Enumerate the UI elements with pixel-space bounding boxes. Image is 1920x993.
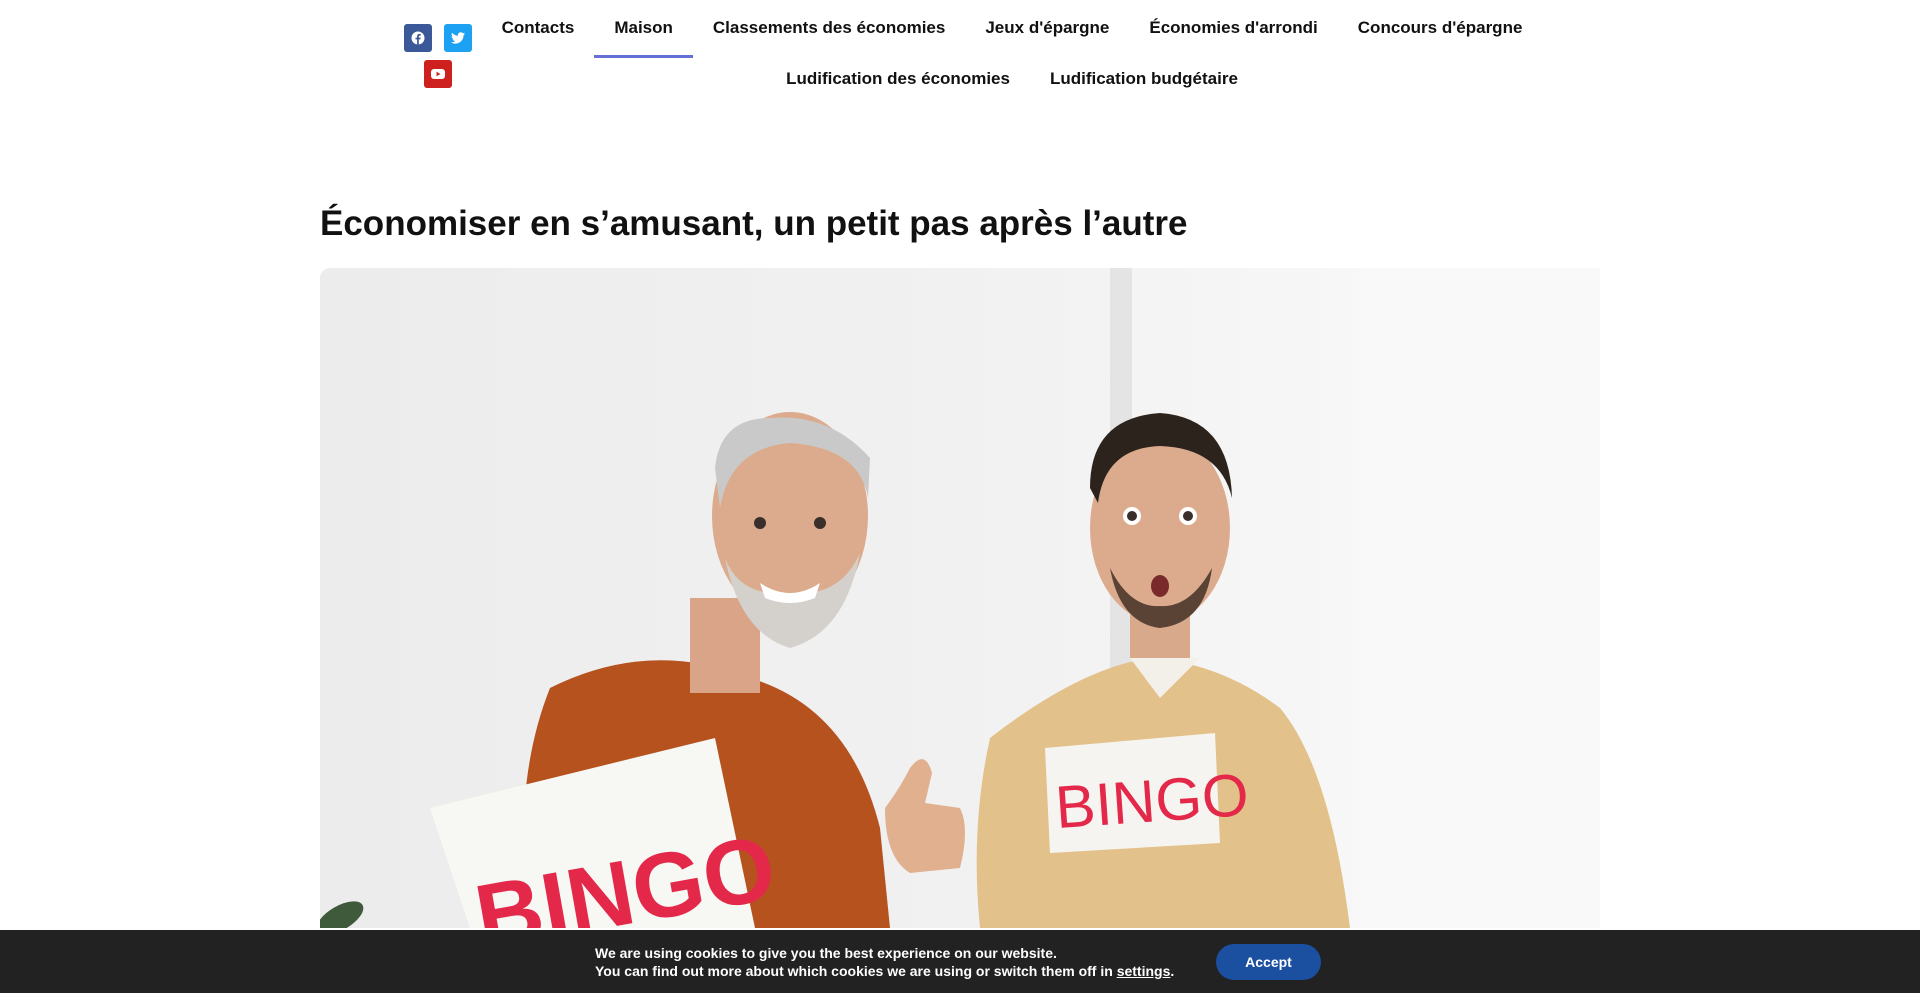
cookie-banner: We are using cookies to give you the bes… (0, 930, 1920, 993)
nav-item-maison[interactable]: Maison (594, 0, 693, 58)
cookie-settings-link[interactable]: settings (1117, 963, 1171, 979)
cookie-line-2: You can find out more about which cookie… (595, 962, 1174, 980)
cookie-line-2-prefix: You can find out more about which cookie… (595, 963, 1117, 979)
facebook-button[interactable] (404, 24, 432, 52)
youtube-icon (431, 69, 445, 79)
cookie-line-1: We are using cookies to give you the bes… (595, 945, 1057, 961)
cookie-line-2-suffix: . (1170, 963, 1175, 979)
cookie-accept-button[interactable]: Accept (1216, 944, 1321, 980)
article-title: Économiser en s’amusant, un petit pas ap… (320, 204, 1188, 243)
twitter-button[interactable] (444, 24, 472, 52)
cookie-message: We are using cookies to give you the bes… (595, 944, 1174, 980)
svg-text:BINGO: BINGO (1053, 761, 1251, 841)
hero-image: BINGO BINGO (320, 268, 1600, 928)
nav-item-ludification-economies[interactable]: Ludification des économies (766, 56, 1030, 102)
nav-item-concours[interactable]: Concours d'épargne (1338, 0, 1543, 56)
main-nav: Contacts Maison Classements des économie… (502, 0, 1523, 102)
youtube-button[interactable] (424, 60, 452, 88)
facebook-icon (411, 31, 425, 45)
nav-item-contacts[interactable]: Contacts (482, 0, 595, 56)
twitter-icon (451, 32, 465, 44)
nav-item-economies-arrondi[interactable]: Économies d'arrondi (1129, 0, 1337, 56)
nav-item-classements[interactable]: Classements des économies (693, 0, 965, 56)
person-right (976, 413, 1350, 928)
nav-item-ludification-budgetaire[interactable]: Ludification budgétaire (1030, 56, 1258, 102)
nav-item-jeux-epargne[interactable]: Jeux d'épargne (965, 0, 1129, 56)
